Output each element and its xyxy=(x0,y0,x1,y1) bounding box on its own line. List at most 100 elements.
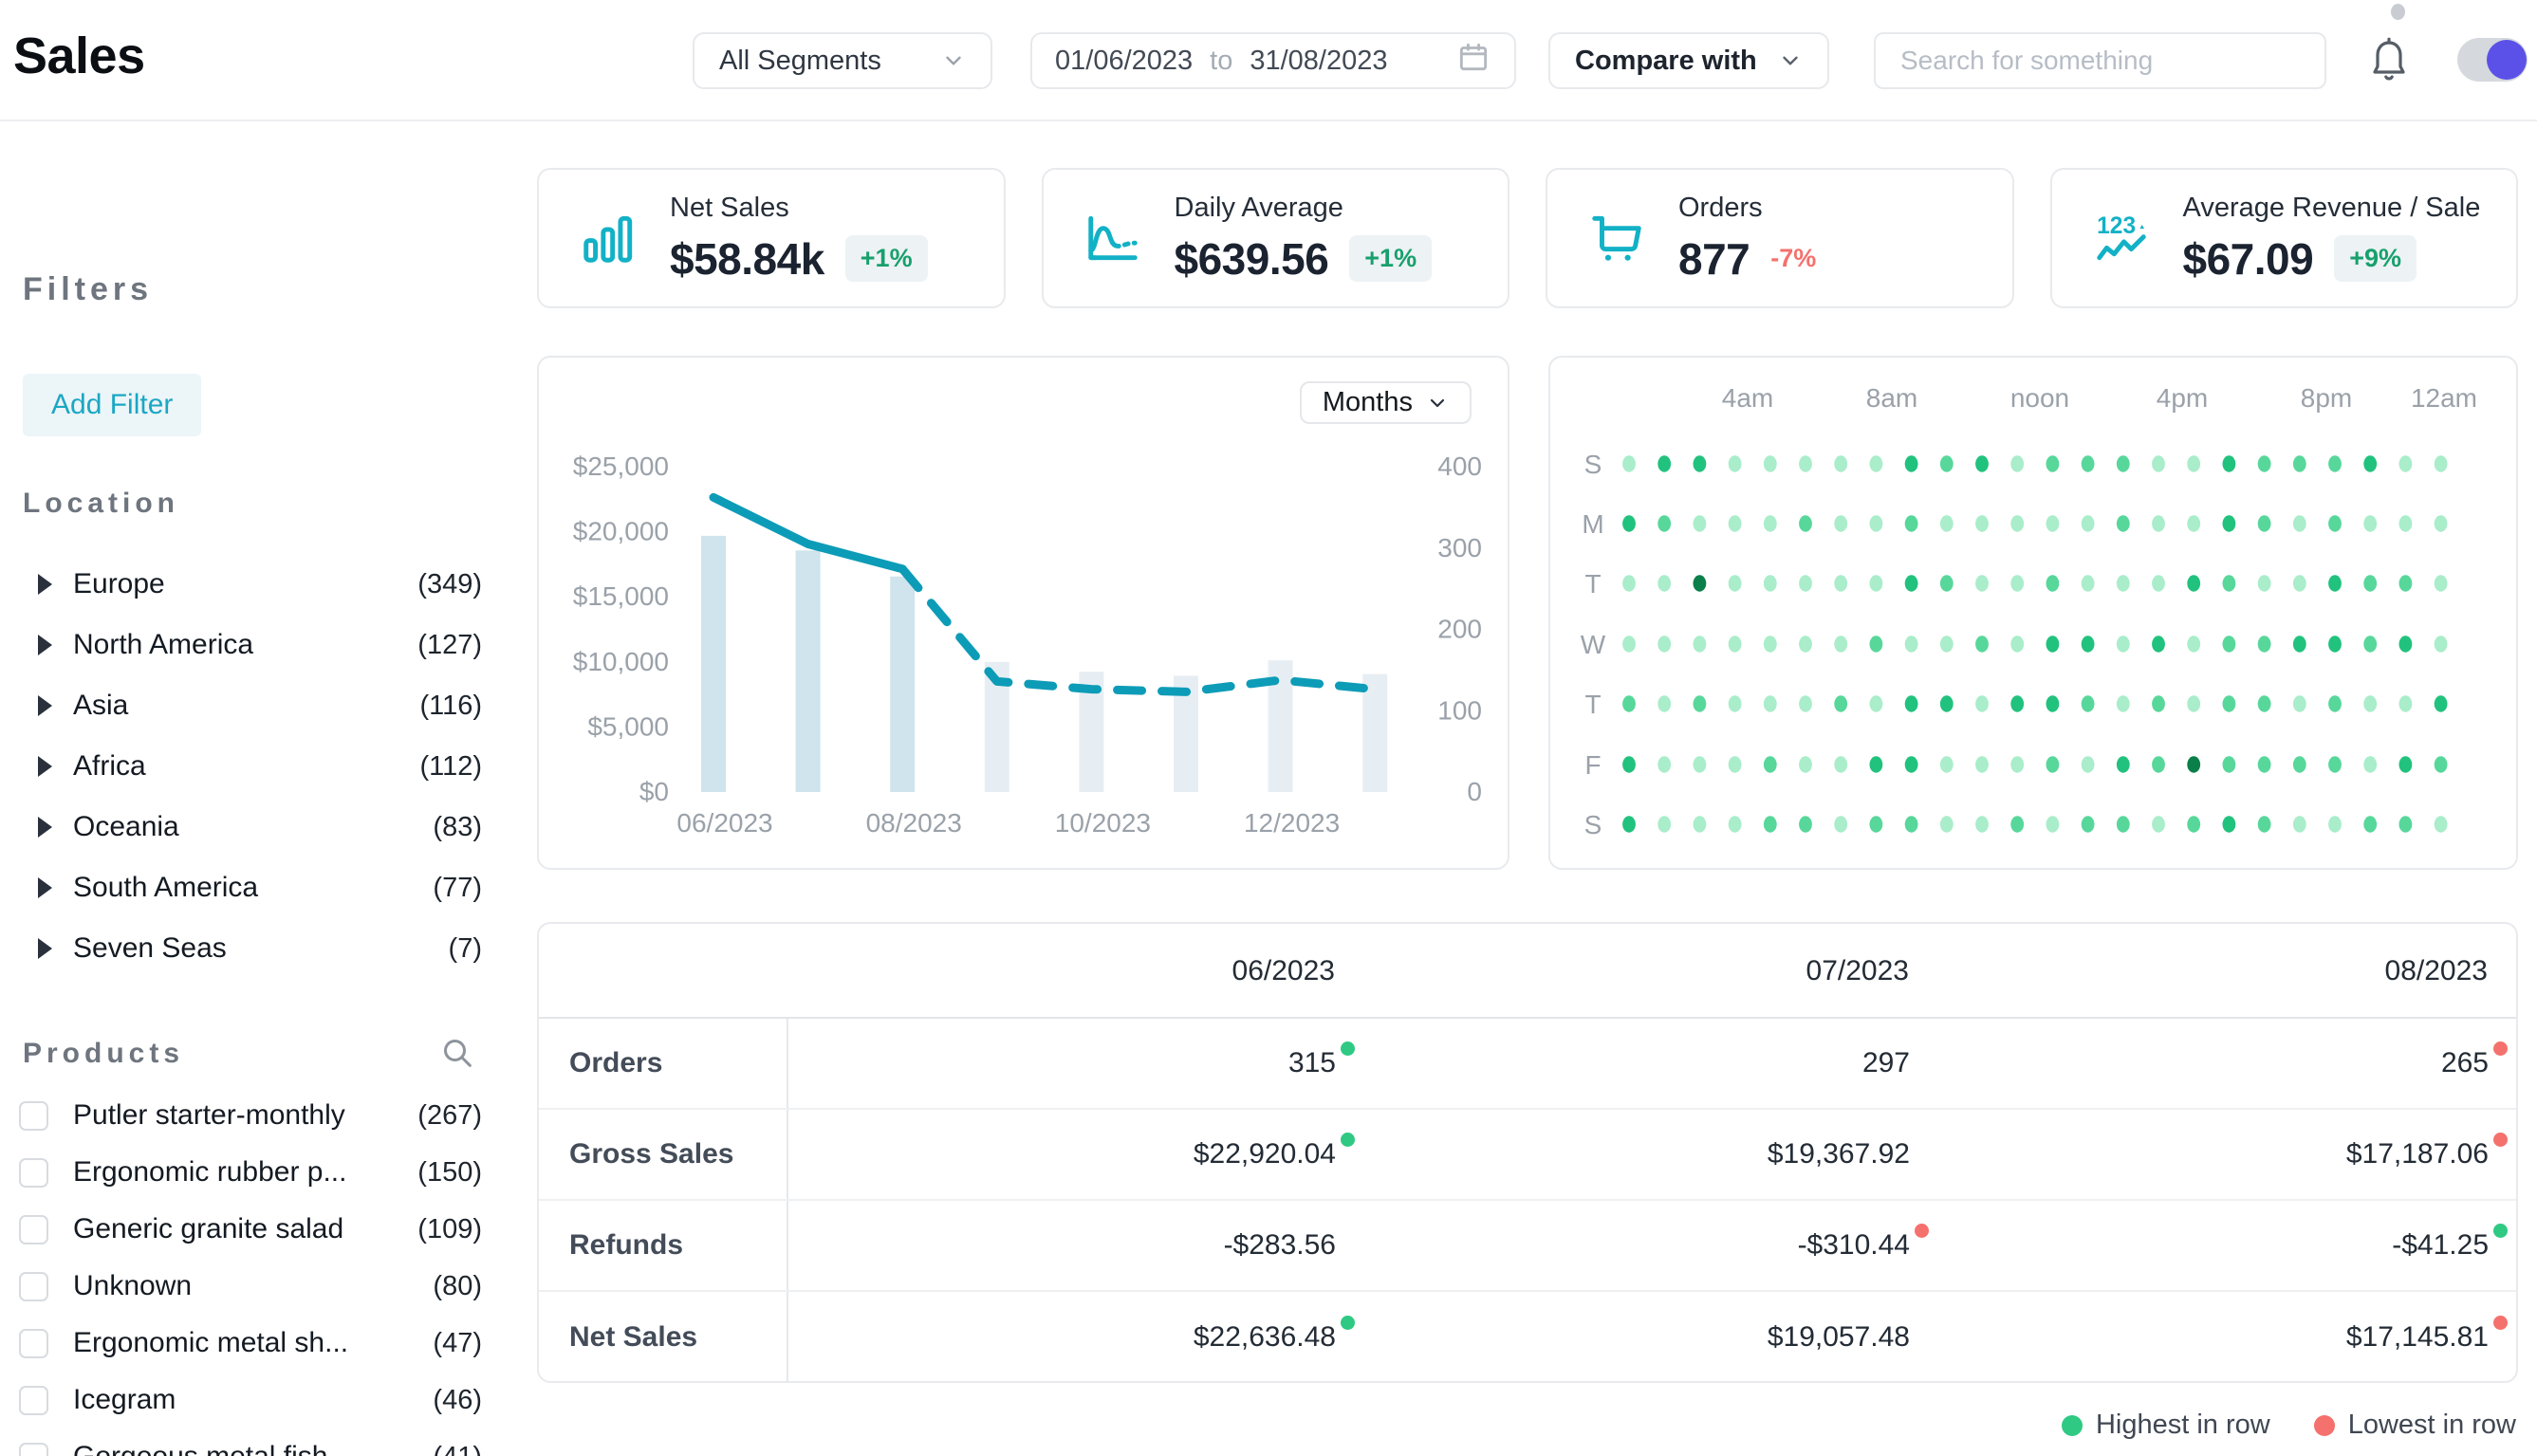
product-search-icon[interactable] xyxy=(438,1034,476,1072)
heatmap-day-label: M xyxy=(1582,509,1603,539)
products-heading: Products xyxy=(23,1038,185,1069)
product-checkbox[interactable] xyxy=(19,1214,48,1244)
date-from[interactable]: 01/06/2023 xyxy=(1055,46,1193,77)
heatmap-dot xyxy=(2398,756,2413,773)
product-item[interactable]: Generic granite salad (109) xyxy=(0,1201,520,1258)
notification-bell-icon[interactable] xyxy=(2366,36,2412,85)
heatmap-dot xyxy=(2010,756,2025,773)
heatmap-dot xyxy=(2292,695,2306,712)
compare-with-label: Compare with xyxy=(1575,45,1757,76)
search-input[interactable] xyxy=(1874,32,2326,89)
add-filter-button[interactable]: Add Filter xyxy=(23,374,202,436)
heatmap-dot xyxy=(1657,575,1672,592)
location-label: North America xyxy=(73,629,254,660)
bar-chart-icon xyxy=(583,215,633,263)
date-to[interactable]: 31/08/2023 xyxy=(1250,46,1387,77)
heatmap-dot xyxy=(2187,756,2201,773)
orders-heatmap-card: 4am 8am noon 4pm 8pm 12am S M T W T F S xyxy=(1548,356,2518,870)
product-item[interactable]: Putler starter-monthly (267) xyxy=(0,1087,520,1144)
location-item[interactable]: Oceania (83) xyxy=(0,797,520,857)
location-item[interactable]: Africa (112) xyxy=(0,736,520,797)
product-checkbox[interactable] xyxy=(19,1271,48,1301)
heatmap-dot xyxy=(1975,455,1989,472)
right-axis-tick: 300 xyxy=(1437,533,1482,562)
segments-dropdown[interactable]: All Segments xyxy=(693,32,992,89)
heatmap-dot xyxy=(1939,515,1954,532)
left-axis-tick: $20,000 xyxy=(573,517,669,546)
caret-right-icon[interactable] xyxy=(38,756,52,777)
product-item[interactable]: Unknown (80) xyxy=(0,1258,520,1315)
theme-toggle[interactable] xyxy=(2457,38,2528,82)
location-count: (77) xyxy=(433,872,482,903)
product-checkbox[interactable] xyxy=(19,1157,48,1188)
calendar-icon[interactable] xyxy=(1455,39,1491,83)
heatmap-dot xyxy=(2398,515,2413,532)
product-checkbox[interactable] xyxy=(19,1328,48,1358)
caret-right-icon[interactable] xyxy=(38,574,52,595)
product-item[interactable]: Icegram (46) xyxy=(0,1372,520,1428)
table-cell: 297 xyxy=(1529,1019,1929,1108)
compare-with-dropdown[interactable]: Compare with xyxy=(1548,32,1829,89)
heatmap-dot xyxy=(2363,816,2378,833)
heatmap-dot xyxy=(1693,636,1707,653)
heatmap-dot xyxy=(1904,636,1918,653)
heatmap-dot xyxy=(2187,455,2201,472)
product-label: Ergonomic rubber p... xyxy=(73,1156,347,1188)
page-title: Sales xyxy=(13,28,145,84)
table-cell-value: -$41.25 xyxy=(2392,1229,2489,1261)
heatmap-dot xyxy=(2292,636,2306,653)
location-item[interactable]: Seven Seas (7) xyxy=(0,918,520,979)
left-axis-tick: $15,000 xyxy=(573,581,669,611)
heatmap-dot xyxy=(1904,455,1918,472)
left-axis-tick: $10,000 xyxy=(573,647,669,676)
product-item[interactable]: Gorgeous metal fish (41) xyxy=(0,1428,520,1456)
heatmap-dot xyxy=(1728,455,1742,472)
table-cell: $19,057.48 xyxy=(1529,1292,1929,1381)
heatmap-dot xyxy=(1622,695,1636,712)
heatmap-dot xyxy=(1622,636,1636,653)
heatmap-dot xyxy=(2010,636,2025,653)
kpi-value: $639.56 xyxy=(1174,233,1329,284)
product-checkbox[interactable] xyxy=(19,1385,48,1415)
location-item[interactable]: Asia (116) xyxy=(0,675,520,736)
heatmap-dot xyxy=(2328,756,2342,773)
product-checkbox[interactable] xyxy=(19,1100,48,1131)
heatmap-dot xyxy=(2046,695,2060,712)
product-label: Generic granite salad xyxy=(73,1213,344,1244)
location-item[interactable]: South America (77) xyxy=(0,857,520,918)
caret-right-icon[interactable] xyxy=(38,877,52,898)
location-item[interactable]: North America (127) xyxy=(0,615,520,675)
heatmap-dot xyxy=(2328,816,2342,833)
caret-right-icon[interactable] xyxy=(38,635,52,655)
heatmap-dot xyxy=(1799,515,1812,532)
heatmap-dot xyxy=(2398,695,2413,712)
heatmap-dot xyxy=(2152,636,2165,653)
heatmap-dot xyxy=(1975,515,1989,532)
chevron-down-icon xyxy=(946,56,961,65)
caret-right-icon[interactable] xyxy=(38,817,52,838)
date-range-picker[interactable]: 01/06/2023 to 31/08/2023 xyxy=(1030,32,1516,89)
heatmap-dot xyxy=(2257,636,2271,653)
heatmap-dot xyxy=(2328,636,2342,653)
top-bar: Sales All Segments 01/06/2023 to 31/08/2… xyxy=(0,0,2537,121)
kpi-change-badge: +1% xyxy=(1349,235,1433,282)
heatmap-day-label: T xyxy=(1584,690,1601,719)
product-item[interactable]: Ergonomic rubber p... (150) xyxy=(0,1144,520,1201)
kpi-card-average-revenue: 123 Average Revenue / Sale $67.09 +9% xyxy=(2049,168,2518,308)
left-axis-tick: $25,000 xyxy=(573,452,669,481)
table-cell: $22,920.04 xyxy=(955,1110,1355,1199)
table-row: Orders 315 297 265 xyxy=(539,1019,2516,1110)
heatmap-dot xyxy=(1975,816,1989,833)
heatmap-dot xyxy=(1904,695,1918,712)
period-dropdown[interactable]: Months xyxy=(1299,381,1472,424)
heatmap-dot xyxy=(1834,515,1848,532)
heatmap-dot xyxy=(1834,695,1848,712)
product-checkbox[interactable] xyxy=(19,1442,48,1456)
heatmap-dot xyxy=(2010,816,2025,833)
product-item[interactable]: Ergonomic metal sh... (47) xyxy=(0,1315,520,1372)
heatmap-dot xyxy=(2046,575,2060,592)
location-item[interactable]: Europe (349) xyxy=(0,554,520,615)
table-row-label: Orders xyxy=(569,1047,663,1078)
caret-right-icon[interactable] xyxy=(38,695,52,716)
caret-right-icon[interactable] xyxy=(38,938,52,959)
